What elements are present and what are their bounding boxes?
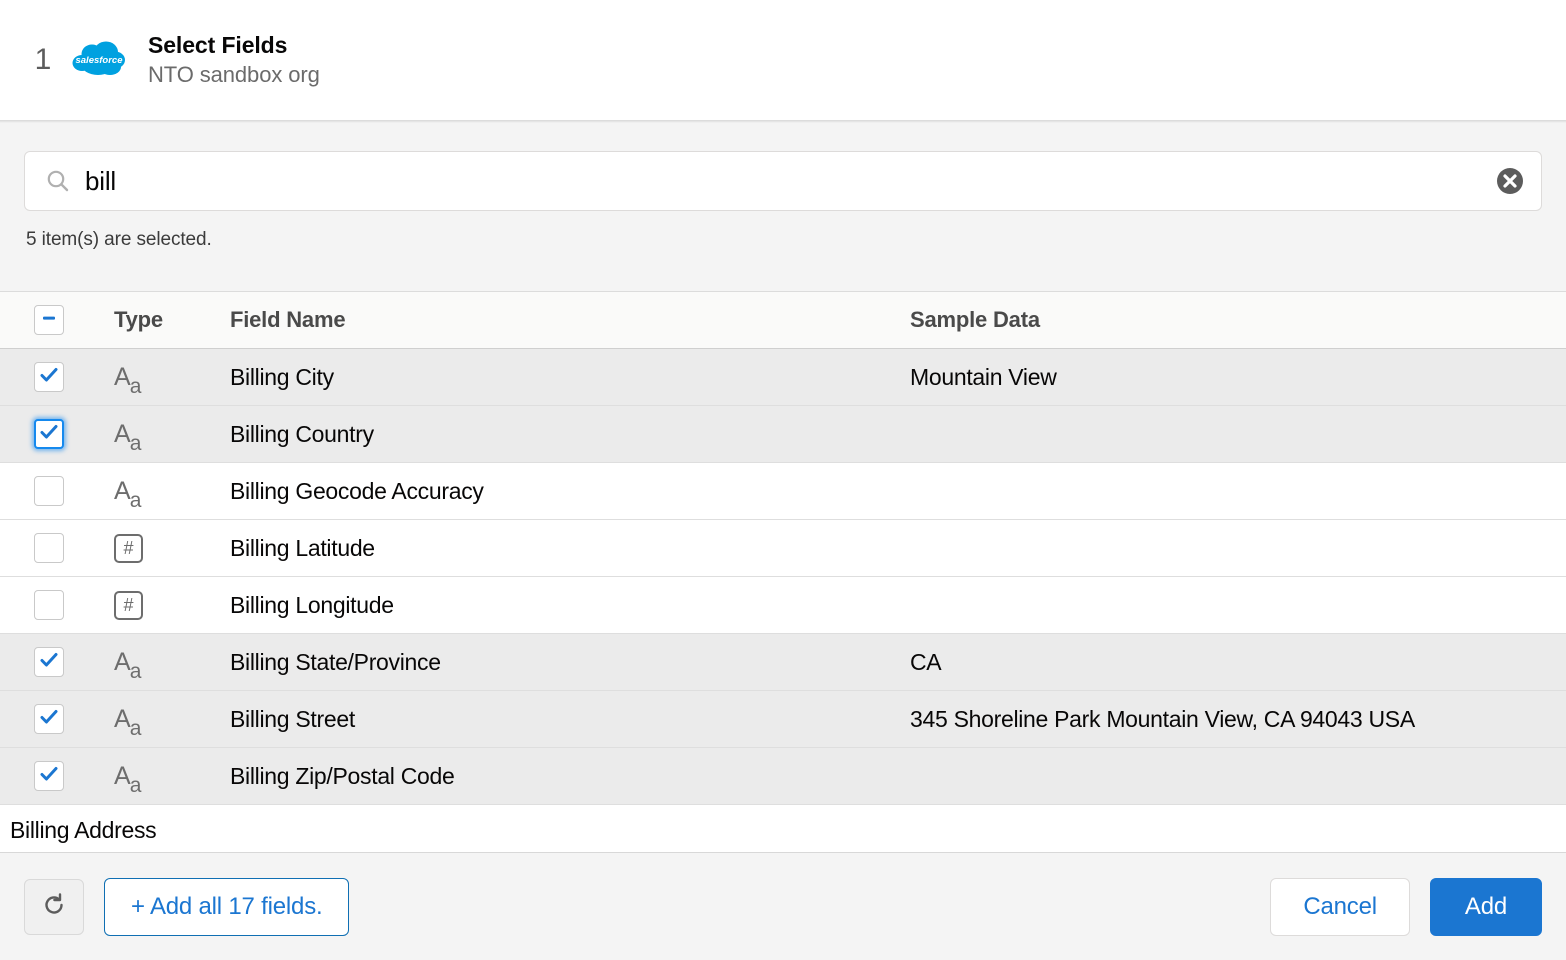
cancel-button[interactable]: Cancel (1270, 877, 1410, 936)
search-box[interactable] (24, 151, 1542, 211)
row-checkbox[interactable] (34, 590, 64, 620)
field-type-text-icon: Aa (98, 647, 226, 683)
check-icon (39, 650, 59, 675)
field-type-number-icon: # (98, 533, 226, 563)
add-button[interactable]: Add (1429, 877, 1542, 936)
hash-icon: # (114, 590, 143, 620)
org-subtitle: NTO sandbox org (148, 62, 320, 87)
check-icon (39, 707, 59, 732)
search-input[interactable] (85, 165, 1495, 197)
row-checkbox-cell (0, 590, 98, 620)
table-row[interactable]: Aa Billing Country (0, 406, 1566, 463)
header-text-group: Select Fields NTO sandbox org (148, 32, 320, 88)
aa-icon: Aa (114, 761, 142, 797)
row-field-name: Billing Street (230, 705, 355, 732)
field-type-text-icon: Aa (98, 476, 226, 512)
table-row[interactable]: Aa Billing City Mountain View (0, 349, 1566, 406)
field-type-text-icon: Aa (98, 362, 226, 398)
row-checkbox[interactable] (34, 419, 64, 449)
row-field-name: Billing Longitude (230, 591, 394, 618)
row-checkbox[interactable] (34, 476, 64, 506)
aa-icon: Aa (114, 362, 142, 398)
column-header-field-name[interactable]: Field Name (226, 307, 908, 333)
refresh-icon (40, 891, 68, 922)
row-checkbox-cell (0, 476, 98, 506)
step-number: 1 (34, 43, 52, 76)
row-sample-data: Mountain View (910, 363, 1057, 390)
table-body: Aa Billing City Mountain View Aa Billing Cou… (0, 349, 1566, 805)
refresh-button[interactable] (24, 878, 84, 935)
row-checkbox-cell (0, 533, 98, 563)
row-field-name: Billing Zip/Postal Code (230, 762, 455, 789)
page-title: Select Fields (148, 32, 288, 58)
row-checkbox-cell (0, 419, 98, 449)
row-checkbox-cell (0, 761, 98, 791)
check-icon (39, 365, 59, 390)
field-type-number-icon: # (98, 590, 226, 620)
table-row[interactable]: Aa Billing Zip/Postal Code (0, 748, 1566, 805)
dialog-footer: + Add all 17 fields. Cancel Add (0, 852, 1566, 960)
field-type-text-icon: Aa (98, 761, 226, 797)
salesforce-cloud-logo: salesforce (68, 38, 130, 82)
aa-icon: Aa (114, 419, 142, 455)
row-sample-data: 345 Shoreline Park Mountain View, CA 940… (910, 705, 1415, 732)
row-checkbox-cell (0, 647, 98, 677)
row-checkbox-cell (0, 704, 98, 734)
hash-icon: # (114, 533, 143, 563)
add-all-fields-button[interactable]: + Add all 17 fields. (104, 877, 350, 936)
table-row[interactable]: # Billing Latitude (0, 520, 1566, 577)
row-checkbox[interactable] (34, 362, 64, 392)
row-field-name: Billing City (230, 363, 334, 390)
check-icon (39, 422, 59, 447)
select-all-cell (0, 305, 98, 335)
row-field-name: Billing Geocode Accuracy (230, 477, 484, 504)
clear-search-icon[interactable] (1495, 166, 1525, 196)
table-row-partial[interactable]: Billing Address (0, 805, 1566, 852)
select-all-checkbox[interactable] (34, 305, 64, 335)
select-fields-dialog: 1 salesforce Select Fields NTO sandbox o… (0, 0, 1566, 960)
row-checkbox[interactable] (34, 761, 64, 791)
row-checkbox[interactable] (34, 533, 64, 563)
indeterminate-dash-icon (41, 310, 57, 331)
search-area: 5 item(s) are selected. (0, 123, 1566, 291)
fields-table: Type Field Name Sample Data Aa Billing Ci… (0, 291, 1566, 852)
table-row[interactable]: Aa Billing State/Province CA (0, 634, 1566, 691)
row-sample-data: CA (910, 648, 942, 675)
row-field-name: Billing State/Province (230, 648, 441, 675)
svg-text:salesforce: salesforce (75, 55, 123, 66)
aa-icon: Aa (114, 704, 142, 740)
row-checkbox[interactable] (34, 704, 64, 734)
table-header-row: Type Field Name Sample Data (0, 292, 1566, 349)
row-field-name: Billing Country (230, 420, 374, 447)
row-checkbox[interactable] (34, 647, 64, 677)
row-checkbox-cell (0, 362, 98, 392)
column-header-type[interactable]: Type (98, 307, 226, 333)
aa-icon: Aa (114, 476, 142, 512)
partial-row-field-name: Billing Address (10, 817, 157, 843)
check-icon (39, 764, 59, 789)
table-row[interactable]: Aa Billing Street 345 Shoreline Park Mount… (0, 691, 1566, 748)
table-row[interactable]: Aa Billing Geocode Accuracy (0, 463, 1566, 520)
aa-icon: Aa (114, 647, 142, 683)
column-header-sample-data[interactable]: Sample Data (908, 307, 1566, 333)
field-type-text-icon: Aa (98, 704, 226, 740)
dialog-header: 1 salesforce Select Fields NTO sandbox o… (0, 0, 1566, 120)
field-type-text-icon: Aa (98, 419, 226, 455)
row-field-name: Billing Latitude (230, 534, 375, 561)
selected-count-label: 5 item(s) are selected. (26, 229, 212, 250)
search-icon (45, 168, 71, 194)
table-row[interactable]: # Billing Longitude (0, 577, 1566, 634)
